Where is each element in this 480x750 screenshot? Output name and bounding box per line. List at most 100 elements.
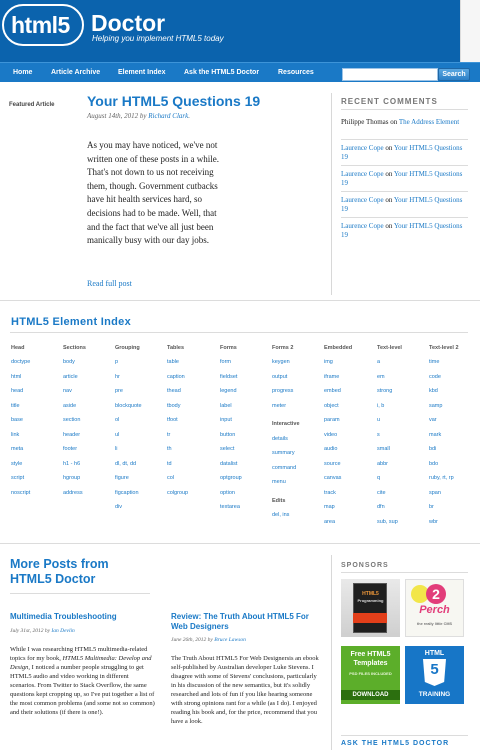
element-index-link[interactable]: wbr [429,519,480,534]
element-index-link[interactable]: nav [63,388,115,403]
element-index-link[interactable]: label [220,403,272,418]
element-index-link[interactable]: embed [324,388,376,403]
element-index-link[interactable]: video [324,432,376,447]
element-index-link[interactable]: doctype [11,359,63,374]
element-index-link[interactable]: noscript [11,490,63,505]
element-index-link[interactable]: form [220,359,272,374]
element-index-link[interactable]: tr [167,432,219,447]
element-index-link[interactable]: option [220,490,272,505]
element-index-link[interactable]: source [324,461,376,476]
element-index-link[interactable]: hgroup [63,475,115,490]
element-index-link[interactable]: object [324,403,376,418]
element-index-link[interactable]: optgroup [220,475,272,490]
sponsor-ad-html5-training[interactable]: HTML 5 TRAINING [405,646,464,704]
post-author-link[interactable]: Ian Devlin [51,628,74,634]
element-index-link[interactable]: iframe [324,374,376,389]
element-index-link[interactable]: var [429,417,480,432]
element-index-link[interactable]: audio [324,446,376,461]
element-index-link[interactable]: s [377,432,429,447]
element-index-link[interactable]: area [324,519,376,534]
element-index-link[interactable]: datalist [220,461,272,476]
element-index-link[interactable]: time [429,359,480,374]
element-index-link[interactable]: sub, sup [377,519,429,534]
element-index-link[interactable]: keygen [272,359,324,374]
element-index-heading[interactable]: HTML5 Element Index [11,316,131,328]
post-author-link[interactable]: Richard Clark [148,112,188,120]
element-index-link[interactable]: ruby, rt, rp [429,475,480,490]
element-index-link[interactable]: fieldset [220,374,272,389]
element-index-link[interactable]: code [429,374,480,389]
comment-author-link[interactable]: Laurence Cope [341,222,384,230]
element-index-link[interactable]: body [63,359,115,374]
logo-badge[interactable]: html5 [2,4,84,46]
element-index-link[interactable]: colgroup [167,490,219,505]
element-index-link[interactable]: footer [63,446,115,461]
element-index-link[interactable]: em [377,374,429,389]
element-index-link[interactable]: samp [429,403,480,418]
element-index-link[interactable]: input [220,417,272,432]
element-index-link[interactable]: title [11,403,63,418]
read-full-post-link[interactable]: Read full post [87,279,132,288]
logo-doctor-text[interactable]: Doctor [91,10,165,37]
element-index-link[interactable]: i, b [377,403,429,418]
element-index-link[interactable]: td [167,461,219,476]
element-index-link[interactable]: abbr [377,461,429,476]
element-index-link[interactable]: textarea [220,504,272,519]
more-post-title[interactable]: Review: The Truth About HTML5 For Web De… [171,612,321,632]
nav-resources[interactable]: Resources [278,69,314,76]
element-index-link[interactable]: span [429,490,480,505]
element-index-link[interactable]: col [167,475,219,490]
element-index-link[interactable]: article [63,374,115,389]
nav-home[interactable]: Home [13,69,32,76]
more-post-title[interactable]: Multimedia Troubleshooting [10,612,160,622]
comment-post-link[interactable]: The Address Element [399,118,459,126]
comment-author-link[interactable]: Laurence Cope [341,196,384,204]
element-index-link[interactable]: img [324,359,376,374]
element-index-link[interactable]: mark [429,432,480,447]
element-index-link[interactable]: caption [167,374,219,389]
element-index-link[interactable]: thead [167,388,219,403]
element-index-link[interactable]: th [167,446,219,461]
search-input[interactable] [342,68,438,81]
element-index-link[interactable]: html [11,374,63,389]
nav-article-archive[interactable]: Article Archive [51,69,100,76]
element-index-link[interactable]: strong [377,388,429,403]
element-index-link[interactable]: hr [115,374,167,389]
element-index-link[interactable]: canvas [324,475,376,490]
element-index-link[interactable]: header [63,432,115,447]
element-index-link[interactable]: tfoot [167,417,219,432]
element-index-link[interactable]: button [220,432,272,447]
element-index-link[interactable]: br [429,504,480,519]
element-index-link[interactable]: p [115,359,167,374]
element-index-link[interactable]: output [272,374,324,389]
element-index-link[interactable]: figure [115,475,167,490]
element-index-link[interactable]: meter [272,403,324,418]
post-author-link[interactable]: Bruce Lawson [214,637,246,643]
element-index-link[interactable]: cite [377,490,429,505]
element-index-link[interactable]: kbd [429,388,480,403]
element-index-link[interactable]: h1 - h6 [63,461,115,476]
element-index-link[interactable]: select [220,446,272,461]
element-index-link[interactable]: bdi [429,446,480,461]
element-index-link[interactable]: progress [272,388,324,403]
element-index-link[interactable]: meta [11,446,63,461]
element-index-link[interactable]: map [324,504,376,519]
sponsor-ad-free-templates[interactable]: Free HTML5 Templates PSD FILES INCLUDED … [341,646,400,704]
element-index-link[interactable]: param [324,417,376,432]
element-index-link[interactable]: ul [115,432,167,447]
element-index-link[interactable]: div [115,504,167,519]
element-index-link[interactable]: section [63,417,115,432]
nav-ask-the-doctor[interactable]: Ask the HTML5 Doctor [184,69,259,76]
element-index-link[interactable]: dfn [377,504,429,519]
element-index-link[interactable]: pre [115,388,167,403]
nav-element-index[interactable]: Element Index [118,69,165,76]
featured-post-title[interactable]: Your HTML5 Questions 19 [87,93,260,109]
element-index-link[interactable]: aside [63,403,115,418]
element-index-link[interactable]: del, ins [272,512,324,527]
element-index-link[interactable]: u [377,417,429,432]
sponsor-ad-perch[interactable]: Perch 2 the really little CMS [405,579,464,637]
element-index-link[interactable]: legend [220,388,272,403]
element-index-link[interactable]: link [11,432,63,447]
element-index-link[interactable]: command [272,465,324,480]
element-index-link[interactable]: table [167,359,219,374]
